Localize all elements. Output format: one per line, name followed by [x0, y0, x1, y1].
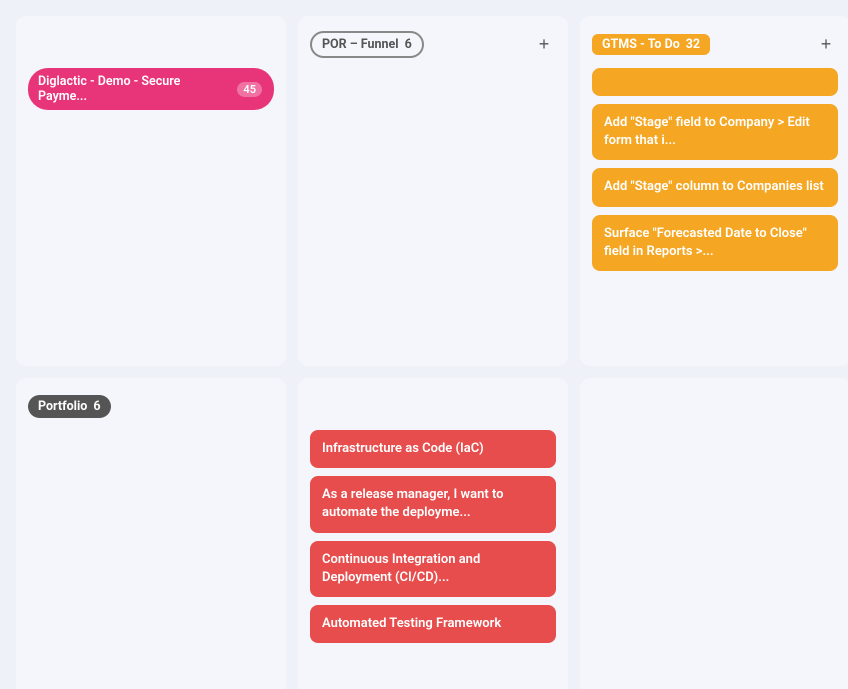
- card-stage-column[interactable]: Add "Stage" column to Companies list: [592, 168, 838, 206]
- column-bot-2-body: Infrastructure as Code (IaC) As a releas…: [310, 430, 556, 643]
- gtms-todo-count: 32: [686, 37, 700, 52]
- card-release[interactable]: As a release manager, I want to automate…: [310, 476, 556, 532]
- card-iac-text: Infrastructure as Code (IaC): [322, 441, 484, 456]
- gtms-todo-text: GTMS - To Do: [602, 37, 680, 52]
- card-cicd[interactable]: Continuous Integration and Deployment (C…: [310, 541, 556, 597]
- column-bot-2-header: [310, 392, 556, 420]
- column-top-1: Diglactic - Demo - Secure Payme... 45: [16, 16, 286, 366]
- column-top-1-body: Diglactic - Demo - Secure Payme... 45: [28, 68, 274, 110]
- column-top-1-header: [28, 30, 274, 58]
- card-diglactic-count: 45: [237, 82, 262, 97]
- card-testing-framework-text: Automated Testing Framework: [322, 616, 501, 631]
- card-stage-field[interactable]: Add "Stage" field to Company > Edit form…: [592, 104, 838, 160]
- column-bot-3-header: [592, 392, 838, 420]
- board: Diglactic - Demo - Secure Payme... 45 PO…: [0, 0, 848, 689]
- portfolio-label: Portfolio 6: [28, 395, 111, 418]
- card-stage-field-text: Add "Stage" field to Company > Edit form…: [604, 115, 810, 148]
- card-partial-top[interactable]: [592, 68, 838, 96]
- card-diglactic-text: Diglactic - Demo - Secure Payme...: [38, 74, 231, 104]
- column-bot-3: [580, 378, 848, 689]
- card-testing-framework[interactable]: Automated Testing Framework: [310, 605, 556, 643]
- card-diglactic[interactable]: Diglactic - Demo - Secure Payme... 45: [28, 68, 274, 110]
- card-stage-column-text: Add "Stage" column to Companies list: [604, 179, 824, 194]
- column-bot-1: Portfolio 6: [16, 378, 286, 689]
- column-bot-1-header: Portfolio 6: [28, 392, 274, 420]
- portfolio-text: Portfolio: [38, 399, 87, 414]
- card-iac[interactable]: Infrastructure as Code (IaC): [310, 430, 556, 468]
- column-top-2: POR – Funnel 6 +: [298, 16, 568, 366]
- card-forecasted-text: Surface "Forecasted Date to Close" field…: [604, 226, 807, 259]
- card-cicd-text: Continuous Integration and Deployment (C…: [322, 552, 480, 585]
- portfolio-count: 6: [93, 399, 100, 414]
- column-top-3-body: Add "Stage" field to Company > Edit form…: [592, 68, 838, 271]
- gtms-todo-label: GTMS - To Do 32: [592, 34, 710, 55]
- column-top-3: GTMS - To Do 32 + Add "Stage" field to C…: [580, 16, 848, 366]
- por-funnel-text: POR – Funnel: [322, 37, 399, 52]
- gtms-todo-add-button[interactable]: +: [814, 32, 838, 56]
- column-top-2-header: POR – Funnel 6 +: [310, 30, 556, 58]
- por-funnel-add-button[interactable]: +: [532, 32, 556, 56]
- card-forecasted[interactable]: Surface "Forecasted Date to Close" field…: [592, 215, 838, 271]
- column-top-3-header: GTMS - To Do 32 +: [592, 30, 838, 58]
- por-funnel-count: 6: [405, 37, 412, 52]
- column-bot-2: Infrastructure as Code (IaC) As a releas…: [298, 378, 568, 689]
- por-funnel-label: POR – Funnel 6: [310, 31, 424, 58]
- card-release-text: As a release manager, I want to automate…: [322, 487, 504, 520]
